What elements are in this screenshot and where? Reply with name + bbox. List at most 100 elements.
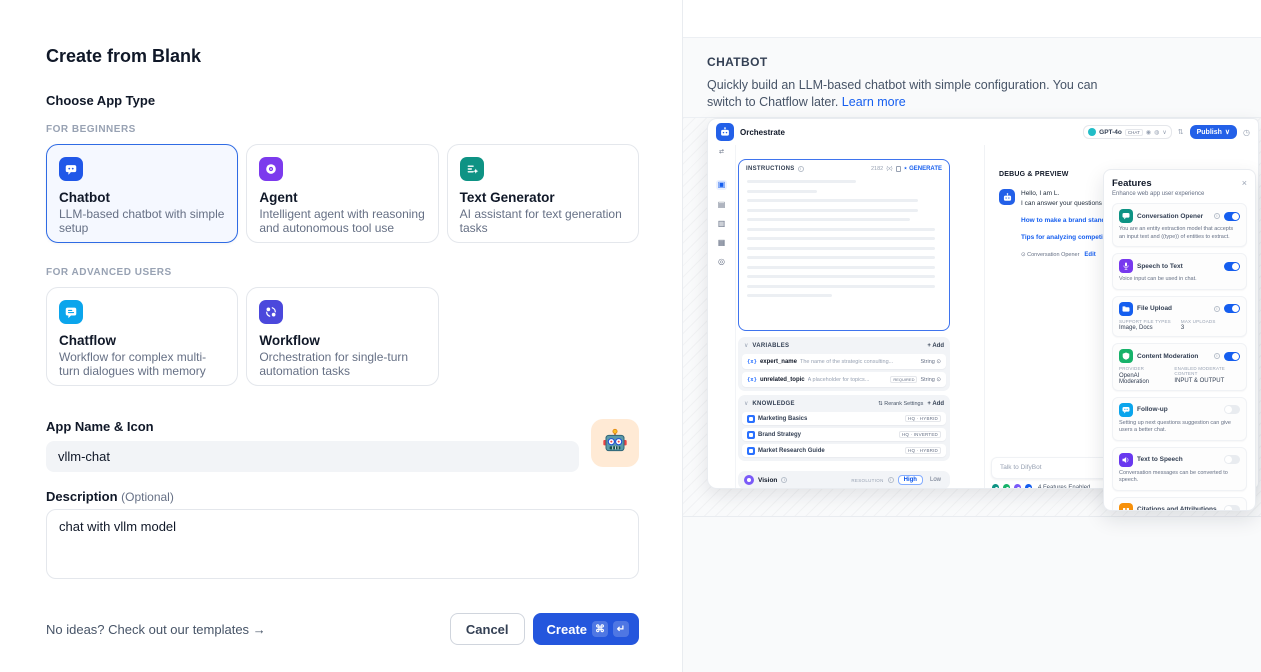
sidebar-notes-icon[interactable]: ▦ bbox=[718, 239, 726, 247]
variable-row[interactable]: {x} expert_name The name of the strategi… bbox=[742, 354, 946, 369]
copy-icon[interactable] bbox=[896, 166, 901, 172]
create-button[interactable]: Create ⌘ ↵ bbox=[533, 613, 639, 645]
instructions-title: INSTRUCTIONS bbox=[746, 166, 795, 172]
app-type-card-chatbot[interactable]: Chatbot LLM-based chatbot with simple se… bbox=[46, 144, 238, 243]
chat-bubble-icon bbox=[1119, 209, 1133, 223]
card-title: Chatflow bbox=[59, 333, 225, 348]
app-name-section: App Name & Icon bbox=[46, 419, 639, 472]
chevron-down-icon[interactable]: ∨ bbox=[744, 342, 748, 349]
publish-button[interactable]: Publish∨ bbox=[1190, 125, 1237, 139]
toggle-on[interactable] bbox=[1224, 212, 1240, 221]
chatflow-icon bbox=[59, 300, 83, 324]
feature-item-conversation-opener: Conversation Opener i You are an entity … bbox=[1112, 203, 1247, 247]
toggle-off[interactable] bbox=[1224, 505, 1240, 511]
knowledge-panel: ∨ KNOWLEDGE ⇅ Rerank Settings + Add Mark… bbox=[738, 395, 950, 461]
app-type-card-text-generator[interactable]: Text Generator AI assistant for text gen… bbox=[447, 144, 639, 243]
chevron-down-icon[interactable]: ∨ bbox=[744, 400, 748, 407]
chat-dots-icon bbox=[1119, 403, 1133, 417]
app-type-card-agent[interactable]: Agent Intelligent agent with reasoning a… bbox=[246, 144, 438, 243]
document-icon bbox=[747, 415, 755, 423]
description-textarea[interactable]: chat with vllm model bbox=[46, 509, 639, 579]
feature-item-text-to-speech: Text to Speech Conversation messages can… bbox=[1112, 447, 1247, 491]
knowledge-title: KNOWLEDGE bbox=[752, 401, 794, 407]
add-variable-button[interactable]: + Add bbox=[927, 343, 944, 349]
cancel-button[interactable]: Cancel bbox=[450, 613, 525, 645]
card-title: Text Generator bbox=[460, 190, 626, 205]
info-icon: i bbox=[1214, 306, 1220, 312]
vision-label: Vision bbox=[758, 477, 777, 484]
app-icon-picker[interactable] bbox=[591, 419, 639, 467]
features-title: Features bbox=[1112, 178, 1152, 189]
advanced-cards-row: Chatflow Workflow for complex multi-turn… bbox=[46, 287, 639, 386]
chatbot-icon bbox=[59, 157, 83, 181]
rerank-settings-button[interactable]: ⇅ Rerank Settings bbox=[878, 401, 923, 407]
create-app-modal: Create from Blank Choose App Type FOR BE… bbox=[0, 0, 1261, 672]
templates-link[interactable]: No ideas? Check out our templates → bbox=[46, 622, 266, 637]
bot-avatar bbox=[999, 189, 1015, 205]
app-type-card-workflow[interactable]: Workflow Orchestration for single-turn a… bbox=[246, 287, 438, 386]
swap-icon[interactable]: ⇄ bbox=[719, 149, 724, 155]
cmd-key-icon: ⌘ bbox=[592, 621, 608, 637]
shot-app-icon bbox=[716, 123, 734, 141]
knowledge-row[interactable]: Marketing Basics HQ · HYBRID bbox=[742, 412, 946, 425]
toggle-off[interactable] bbox=[1224, 455, 1240, 464]
feature-dot-teal bbox=[991, 483, 1000, 489]
knowledge-row[interactable]: Market Research Guide HQ · HYBRID bbox=[742, 444, 946, 457]
generate-button[interactable]: ⋆ GENERATE bbox=[904, 165, 942, 172]
folder-icon bbox=[1119, 302, 1133, 316]
card-desc: Intelligent agent with reasoning and aut… bbox=[259, 208, 425, 235]
arrow-right-icon: → bbox=[253, 622, 266, 637]
card-title: Agent bbox=[259, 190, 425, 205]
features-enabled-row: 4 Features Enabled bbox=[991, 483, 1090, 489]
toggle-off[interactable] bbox=[1224, 405, 1240, 414]
vision-row: Vision i RESOLUTION i High Low bbox=[738, 471, 950, 489]
sidebar-globe-icon[interactable]: ◎ bbox=[718, 258, 725, 266]
card-desc: Workflow for complex multi-turn dialogue… bbox=[59, 351, 225, 378]
sidebar-image-icon[interactable]: ▤ bbox=[718, 201, 726, 209]
app-type-card-chatflow[interactable]: Chatflow Workflow for complex multi-turn… bbox=[46, 287, 238, 386]
close-icon[interactable]: × bbox=[1242, 179, 1247, 188]
description-section: Description (Optional) chat with vllm mo… bbox=[46, 489, 639, 584]
toggle-on[interactable] bbox=[1224, 304, 1240, 313]
feature-dot-purple bbox=[1013, 483, 1022, 489]
choose-app-type-label: Choose App Type bbox=[46, 93, 636, 108]
model-params-icon: ◉ bbox=[1146, 129, 1151, 136]
feature-dot-blue bbox=[1024, 483, 1033, 489]
info-icon: i bbox=[781, 477, 787, 483]
app-name-input[interactable] bbox=[46, 441, 579, 472]
document-icon bbox=[747, 447, 755, 455]
tune-icon: ⇅ bbox=[1178, 128, 1184, 136]
footer-buttons: Cancel Create ⌘ ↵ bbox=[450, 613, 639, 645]
toggle-on[interactable] bbox=[1224, 352, 1240, 361]
info-icon: i bbox=[1214, 353, 1220, 359]
model-name: GPT-4o bbox=[1099, 129, 1122, 136]
info-icon: i bbox=[1214, 213, 1220, 219]
feature-dot-green bbox=[1002, 483, 1011, 489]
features-enabled-label: 4 Features Enabled bbox=[1038, 485, 1090, 490]
model-provider-icon bbox=[1088, 128, 1096, 136]
add-knowledge-button[interactable]: + Add bbox=[927, 401, 944, 407]
variable-icon: {x} bbox=[747, 359, 757, 365]
knowledge-row[interactable]: Brand Strategy HQ · INVERTED bbox=[742, 428, 946, 441]
card-title: Chatbot bbox=[59, 190, 225, 205]
variable-row[interactable]: {x} unrelated_topic A placeholder for to… bbox=[742, 372, 946, 387]
resolution-high-button[interactable]: High bbox=[898, 475, 923, 485]
feature-item-speech-to-text: Speech to Text Voice input can be used i… bbox=[1112, 253, 1247, 290]
quote-icon bbox=[1119, 503, 1133, 512]
history-clock-icon[interactable]: ◷ bbox=[1243, 128, 1250, 137]
feature-item-content-moderation: Content Moderation i PROVIDEROpenAI Mode… bbox=[1112, 343, 1247, 391]
variable-icon: {x} bbox=[747, 377, 757, 383]
resolution-low-button[interactable]: Low bbox=[927, 476, 944, 484]
sidebar-orchestrate-icon[interactable]: ▣ bbox=[716, 180, 728, 190]
edit-opener-button[interactable]: Edit bbox=[1084, 252, 1095, 258]
feature-item-follow-up: Follow-up Setting up next questions sugg… bbox=[1112, 397, 1247, 441]
preview-intro: CHATBOT Quickly build an LLM-based chatb… bbox=[683, 38, 1261, 111]
sidebar-doc-icon[interactable]: ▥ bbox=[718, 220, 726, 228]
shot-header: Orchestrate GPT-4o CHAT ◉ ◍ ∨ ⇅ Publish∨ bbox=[708, 119, 1258, 145]
toggle-on[interactable] bbox=[1224, 262, 1240, 271]
page-title: Create from Blank bbox=[46, 46, 636, 67]
instructions-skeleton bbox=[739, 176, 949, 308]
model-selector[interactable]: GPT-4o CHAT ◉ ◍ ∨ bbox=[1083, 125, 1172, 139]
resolution-label: RESOLUTION bbox=[851, 478, 883, 483]
learn-more-link[interactable]: Learn more bbox=[842, 95, 906, 109]
